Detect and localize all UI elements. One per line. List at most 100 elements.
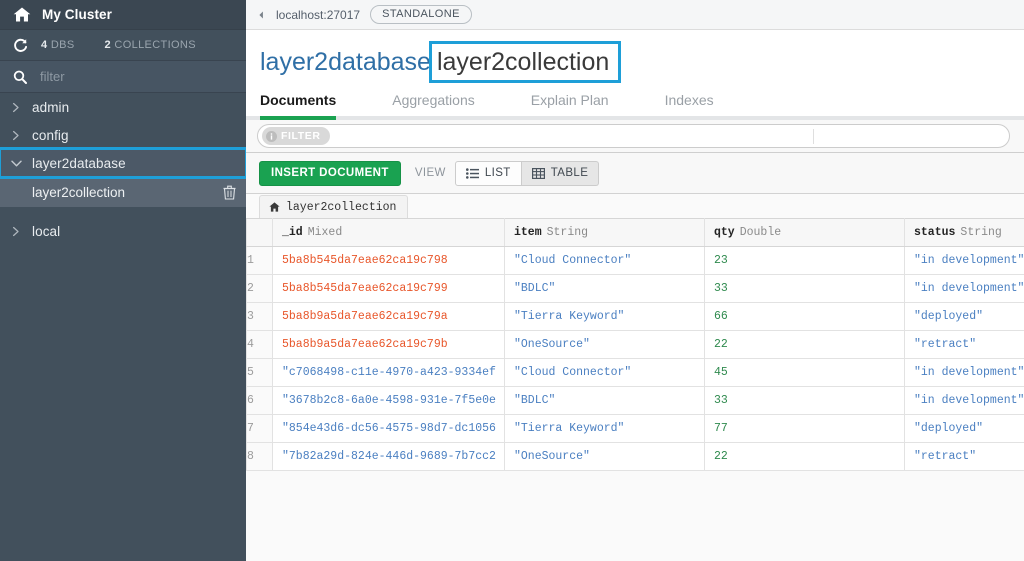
row-number: 4 [246, 330, 273, 359]
cell-status[interactable]: "in development" [904, 246, 1024, 275]
table-row[interactable]: 1 5ba8b545da7eae62ca19c798 "Cloud Connec… [246, 246, 1024, 275]
tab-explain-plan[interactable]: Explain Plan [531, 92, 609, 116]
tab-aggregations[interactable]: Aggregations [392, 92, 475, 116]
documents-toolbar: INSERT DOCUMENT VIEW LIST TABLE [246, 153, 1024, 194]
cell-item[interactable]: "BDLC" [504, 274, 705, 303]
cell-status[interactable]: "in development" [904, 358, 1024, 387]
namespace-collection-highlight: layer2collection [428, 41, 622, 83]
chevron-left-icon[interactable] [254, 8, 268, 22]
sidebar-filter-input[interactable] [40, 69, 220, 84]
filter-badge[interactable]: FILTER [262, 127, 330, 145]
list-icon [465, 167, 479, 179]
db-count-value: 4 [41, 39, 48, 51]
row-number: 1 [246, 246, 273, 275]
view-mode-table-button[interactable]: TABLE [521, 160, 600, 186]
sidebar-item-admin[interactable]: admin [0, 93, 246, 121]
column-header-id[interactable]: _id Mixed [272, 218, 505, 247]
collection-tabs: Documents Aggregations Explain Plan Inde… [246, 87, 1024, 120]
table-row[interactable]: 7 "854e43d6-dc56-4575-98d7-dc1056 "Tierr… [246, 414, 1024, 443]
insert-document-button[interactable]: INSERT DOCUMENT [259, 160, 401, 186]
home-icon [269, 202, 280, 212]
cell-item[interactable]: "Cloud Connector" [504, 358, 705, 387]
table-body: 1 5ba8b545da7eae62ca19c798 "Cloud Connec… [246, 246, 1024, 471]
table-row[interactable]: 4 5ba8b9a5da7eae62ca19c79b "OneSource" 2… [246, 330, 1024, 359]
table-header-row: _id Mixed item String qty Double status Stri… [246, 218, 1024, 247]
sidebar-item-config[interactable]: config [0, 121, 246, 149]
documents-area: layer2collection _id Mixed item String q… [246, 194, 1024, 561]
table-row[interactable]: 3 5ba8b9a5da7eae62ca19c79a "Tierra Keywo… [246, 302, 1024, 331]
table-row[interactable]: 6 "3678b2c8-6a0e-4598-931e-7f5e0e "BDLC"… [246, 386, 1024, 415]
main-panel: localhost:27017 STANDALONE layer2databas… [246, 0, 1024, 561]
tab-indexes[interactable]: Indexes [665, 92, 714, 116]
connection-host: localhost:27017 [276, 7, 361, 22]
cell-id[interactable]: "c7068498-c11e-4970-a423-9334ef [272, 358, 505, 387]
collection-count-value: 2 [104, 39, 112, 51]
collection-tab-strip: layer2collection [246, 194, 1024, 218]
collection-breadcrumb-tab[interactable]: layer2collection [259, 195, 409, 218]
table-row[interactable]: 5 "c7068498-c11e-4970-a423-9334ef "Cloud… [246, 358, 1024, 387]
cell-qty[interactable]: 33 [704, 386, 905, 415]
cell-id[interactable]: "7b82a29d-824e-446d-9689-7b7cc2 [272, 442, 505, 471]
cell-qty[interactable]: 22 [704, 330, 905, 359]
cell-status[interactable]: "retract" [904, 330, 1024, 359]
filter-input-shell[interactable]: FILTER [257, 124, 1010, 148]
sidebar-stats: 4 DBS 2 COLLECTIONS [0, 30, 246, 61]
column-header-status[interactable]: status String [904, 218, 1024, 247]
chevron-right-icon [8, 223, 24, 239]
cell-qty[interactable]: 22 [704, 442, 905, 471]
cell-status[interactable]: "deployed" [904, 302, 1024, 331]
sidebar-header[interactable]: My Cluster [0, 0, 246, 30]
cell-item[interactable]: "OneSource" [504, 442, 705, 471]
cell-item[interactable]: "OneSource" [504, 330, 705, 359]
cell-item[interactable]: "BDLC" [504, 386, 705, 415]
sidebar-filter-row[interactable] [0, 61, 246, 93]
column-header-item[interactable]: item String [504, 218, 705, 247]
cell-id[interactable]: 5ba8b545da7eae62ca19c798 [272, 246, 505, 275]
view-label: VIEW [414, 167, 446, 179]
tab-documents[interactable]: Documents [260, 92, 337, 120]
search-icon [13, 70, 27, 84]
table-header: _id Mixed item String qty Double status Stri… [246, 218, 1024, 247]
table-row[interactable]: 2 5ba8b545da7eae62ca19c799 "BDLC" 33 "in… [246, 274, 1024, 303]
sidebar-item-layer2collection[interactable]: layer2collection [0, 177, 246, 207]
cell-qty[interactable]: 23 [704, 246, 905, 275]
column-type: Double [739, 226, 782, 239]
column-name: item [514, 226, 542, 239]
info-icon [266, 130, 277, 142]
namespace-collection: layer2collection [436, 47, 610, 76]
cell-item[interactable]: "Cloud Connector" [504, 246, 705, 275]
cell-qty[interactable]: 66 [704, 302, 905, 331]
database-name: admin [32, 99, 70, 115]
cell-id[interactable]: "854e43d6-dc56-4575-98d7-dc1056 [272, 414, 505, 443]
cell-id[interactable]: 5ba8b9a5da7eae62ca19c79a [272, 302, 505, 331]
collection-count-label: COLLECTIONS [114, 39, 196, 51]
column-type: String [546, 226, 589, 239]
cell-status[interactable]: "retract" [904, 442, 1024, 471]
cell-status[interactable]: "in development" [904, 386, 1024, 415]
collection-breadcrumb-label: layer2collection [286, 200, 397, 214]
cell-item[interactable]: "Tierra Keyword" [504, 302, 705, 331]
column-header-qty[interactable]: qty Double [704, 218, 905, 247]
topology-badge: STANDALONE [370, 5, 472, 24]
cell-id[interactable]: "3678b2c8-6a0e-4598-931e-7f5e0e [272, 386, 505, 415]
cell-qty[interactable]: 77 [704, 414, 905, 443]
sidebar-item-local[interactable]: local [0, 217, 246, 245]
namespace-database[interactable]: layer2database [260, 45, 431, 79]
filter-badge-label: FILTER [281, 130, 321, 142]
cell-qty[interactable]: 33 [704, 274, 905, 303]
row-number: 6 [246, 386, 273, 415]
view-mode-list-button[interactable]: LIST [454, 160, 522, 186]
cell-status[interactable]: "deployed" [904, 414, 1024, 443]
sidebar-item-layer2database[interactable]: layer2database [0, 147, 246, 179]
cell-id[interactable]: 5ba8b9a5da7eae62ca19c79b [272, 330, 505, 359]
refresh-icon[interactable] [13, 38, 28, 53]
cell-id[interactable]: 5ba8b545da7eae62ca19c799 [272, 274, 505, 303]
database-tree: admin config layer2database layer2collec… [0, 93, 246, 245]
table-row[interactable]: 8 "7b82a29d-824e-446d-9689-7b7cc2 "OneSo… [246, 442, 1024, 471]
cell-item[interactable]: "Tierra Keyword" [504, 414, 705, 443]
documents-table-wrapper[interactable]: _id Mixed item String qty Double status Stri… [246, 218, 1024, 561]
trash-icon[interactable] [223, 185, 236, 200]
cell-qty[interactable]: 45 [704, 358, 905, 387]
cell-status[interactable]: "in development" [904, 274, 1024, 303]
row-number: 3 [246, 302, 273, 331]
